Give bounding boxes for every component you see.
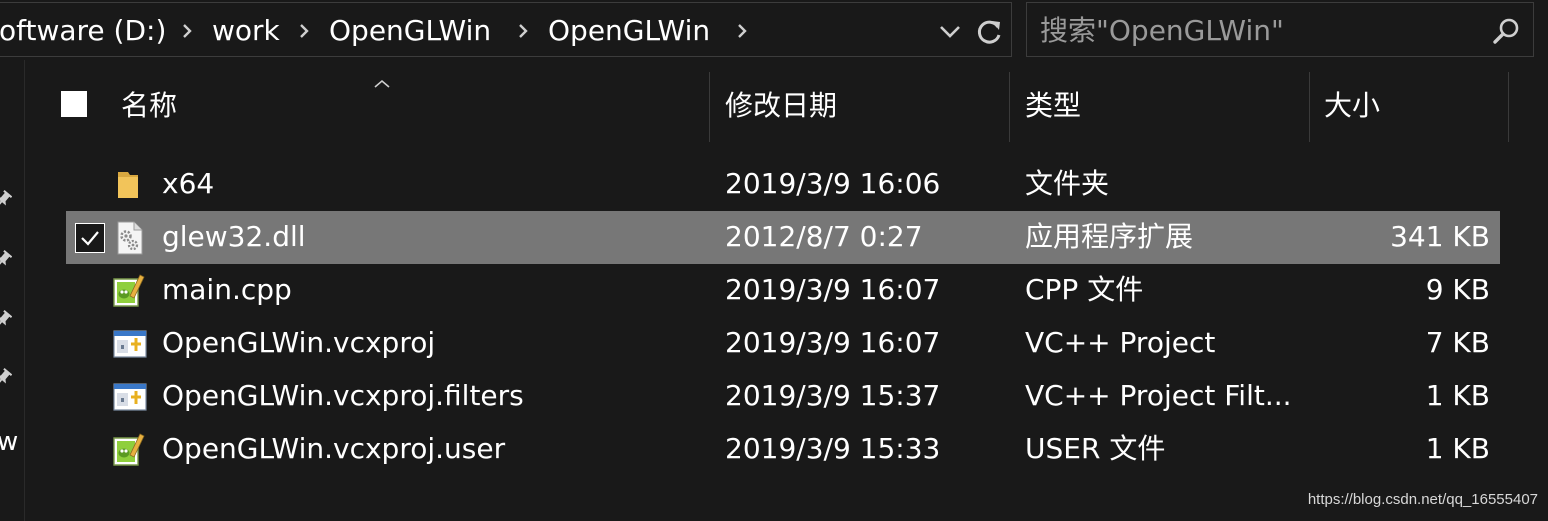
breadcrumb-separator-icon[interactable] [513, 21, 533, 41]
file-modified: 2019/3/9 16:07 [725, 326, 941, 359]
search-box[interactable]: 搜索"OpenGLWin" [1026, 2, 1534, 57]
column-header-row: 名称 修改日期 类型 大小 [25, 72, 1548, 142]
pin-icon[interactable] [0, 310, 13, 330]
select-all-checkbox[interactable] [61, 91, 87, 117]
file-type: 文件夹 [1025, 167, 1110, 200]
row-checkbox-checked[interactable] [75, 223, 105, 253]
navigation-pane[interactable]: w [0, 60, 24, 521]
file-type: 应用程序扩展 [1025, 220, 1194, 253]
file-name: OpenGLWin.vcxproj [162, 326, 436, 359]
file-row-opengl-win-vcxproj-filters[interactable]: OpenGLWin.vcxproj.filters 2019/3/9 15:37… [66, 370, 1500, 423]
file-row-main-cpp[interactable]: main.cpp 2019/3/9 16:07 CPP 文件 9 KB [66, 264, 1500, 317]
column-divider[interactable] [709, 72, 710, 142]
file-name: main.cpp [162, 273, 292, 306]
file-type: USER 文件 [1025, 432, 1166, 465]
notepadpp-file-icon [112, 433, 148, 467]
column-header-type[interactable]: 类型 [1025, 86, 1081, 126]
file-type: VC++ Project Filt... [1025, 379, 1292, 412]
file-row-glew32-dll[interactable]: glew32.dll 2012/8/7 0:27 应用程序扩展 341 KB [66, 211, 1500, 264]
pin-icon[interactable] [0, 190, 13, 210]
vcxproj-file-icon [112, 380, 148, 414]
file-size: 1 KB [1425, 432, 1490, 465]
column-header-size[interactable]: 大小 [1324, 86, 1380, 126]
file-size: 341 KB [1390, 220, 1490, 253]
watermark-url: https://blog.csdn.net/qq_16555407 [1307, 491, 1538, 508]
file-modified: 2019/3/9 15:33 [725, 432, 941, 465]
breadcrumb-opengl-win-parent[interactable]: OpenGLWin [329, 11, 491, 51]
file-name: OpenGLWin.vcxproj.filters [162, 379, 524, 412]
pin-icon[interactable] [0, 250, 13, 270]
file-modified: 2012/8/7 0:27 [725, 220, 923, 253]
column-header-modified[interactable]: 修改日期 [725, 86, 837, 126]
breadcrumb-separator-icon[interactable] [177, 21, 197, 41]
file-modified: 2019/3/9 16:06 [725, 167, 941, 200]
search-icon[interactable] [1491, 16, 1521, 50]
file-type: CPP 文件 [1025, 273, 1144, 306]
file-row-opengl-win-vcxproj-user[interactable]: OpenGLWin.vcxproj.user 2019/3/9 15:33 US… [66, 423, 1500, 476]
file-size: 1 KB [1425, 379, 1490, 412]
refresh-icon[interactable] [975, 18, 1005, 46]
address-bar[interactable]: oftware (D:) work OpenGLWin OpenGLWin [0, 2, 1012, 57]
file-name: glew32.dll [162, 220, 306, 253]
column-header-name[interactable]: 名称 [121, 86, 177, 126]
notepadpp-file-icon [112, 274, 148, 308]
folder-icon [112, 168, 148, 202]
file-name: x64 [162, 167, 215, 200]
nav-item-partial-label[interactable]: w [0, 425, 18, 459]
file-size: 7 KB [1425, 326, 1490, 359]
file-row-x64[interactable]: x64 2019/3/9 16:06 文件夹 [66, 158, 1500, 211]
file-name: OpenGLWin.vcxproj.user [162, 432, 506, 465]
dll-file-icon [112, 221, 148, 255]
file-type: VC++ Project [1025, 326, 1216, 359]
file-modified: 2019/3/9 16:07 [725, 273, 941, 306]
file-modified: 2019/3/9 15:37 [725, 379, 941, 412]
file-row-opengl-win-vcxproj[interactable]: OpenGLWin.vcxproj 2019/3/9 16:07 VC++ Pr… [66, 317, 1500, 370]
chevron-down-icon[interactable] [937, 18, 963, 44]
breadcrumb-work[interactable]: work [212, 11, 280, 51]
sort-up-icon [373, 74, 391, 93]
search-placeholder: 搜索"OpenGLWin" [1040, 14, 1284, 47]
pin-icon[interactable] [0, 368, 13, 388]
breadcrumb-separator-icon[interactable] [294, 21, 314, 41]
file-size: 9 KB [1425, 273, 1490, 306]
vcxproj-file-icon [112, 327, 148, 361]
breadcrumb-drive[interactable]: oftware (D:) [0, 11, 166, 51]
column-divider[interactable] [1309, 72, 1310, 142]
column-divider[interactable] [1009, 72, 1010, 142]
breadcrumb-opengl-win-current[interactable]: OpenGLWin [548, 11, 710, 51]
breadcrumb-separator-icon[interactable] [732, 21, 752, 41]
column-divider[interactable] [1508, 72, 1509, 142]
file-explorer-window: oftware (D:) work OpenGLWin OpenGLWin 搜索… [0, 0, 1548, 521]
